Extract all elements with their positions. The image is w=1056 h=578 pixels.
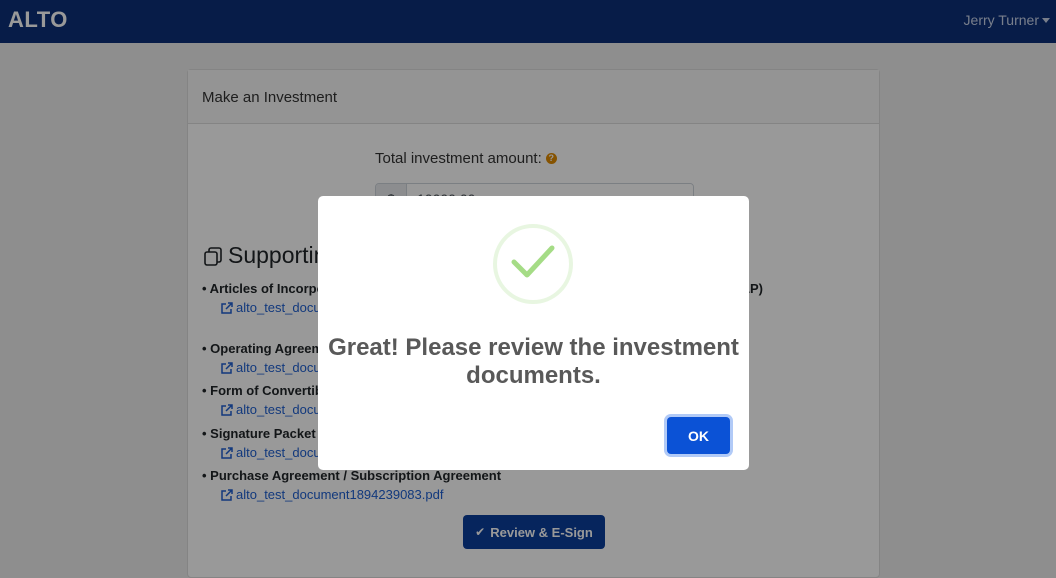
ok-button[interactable]: OK xyxy=(667,417,730,454)
success-modal: Great! Please review the investment docu… xyxy=(318,196,749,470)
modal-message: Great! Please review the investment docu… xyxy=(328,334,739,389)
success-check-icon xyxy=(493,224,573,304)
